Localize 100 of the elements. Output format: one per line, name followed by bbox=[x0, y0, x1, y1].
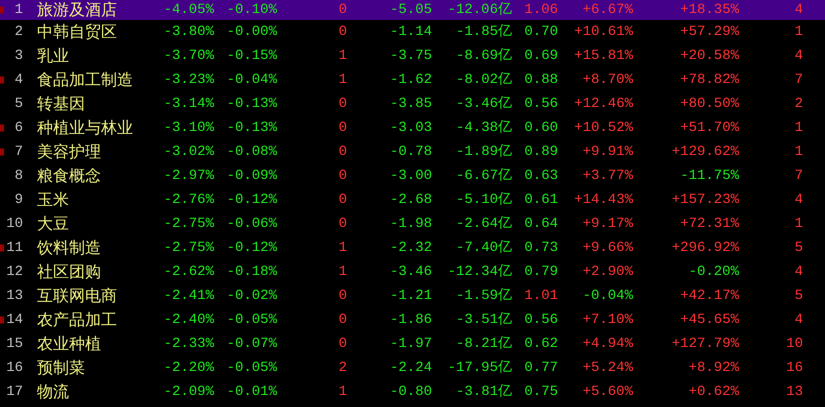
table-cell: 4 bbox=[794, 192, 803, 208]
table-cell: -3.81亿 bbox=[456, 384, 512, 400]
table-cell: -0.08% bbox=[226, 144, 277, 160]
table-cell: 1 bbox=[338, 264, 347, 280]
table-cell: -0.06% bbox=[226, 216, 277, 232]
sector-name: 种植业与林业 bbox=[37, 118, 133, 136]
table-cell: +127.79% bbox=[672, 336, 739, 352]
table-cell: +129.62% bbox=[672, 144, 739, 160]
sector-name: 美容护理 bbox=[37, 142, 101, 160]
table-cell: 0 bbox=[338, 120, 347, 136]
table-cell: -2.32 bbox=[390, 240, 432, 256]
rank-number: 2 bbox=[14, 25, 23, 39]
table-cell: +7.10% bbox=[582, 312, 633, 328]
table-cell: 13 bbox=[786, 384, 803, 400]
table-cell: -0.00% bbox=[226, 24, 277, 40]
table-cell: +0.62% bbox=[688, 384, 739, 400]
table-cell: 0.64 bbox=[524, 216, 558, 232]
table-cell: 4 bbox=[794, 264, 803, 280]
table-cell: +9.66% bbox=[582, 240, 633, 256]
table-cell: 0 bbox=[338, 96, 347, 112]
table-cell: +72.31% bbox=[680, 216, 739, 232]
table-cell: -2.68 bbox=[390, 192, 432, 208]
table-cell: -1.14 bbox=[390, 24, 432, 40]
table-cell: 0 bbox=[338, 192, 347, 208]
rank-number: 6 bbox=[14, 121, 23, 135]
table-cell: -2.62% bbox=[164, 264, 214, 280]
table-cell: -0.18% bbox=[226, 264, 277, 280]
table-cell: +10.61% bbox=[574, 24, 633, 40]
table-cell: -3.46亿 bbox=[456, 96, 512, 112]
rank-number: 14 bbox=[6, 313, 23, 327]
table-cell: 1 bbox=[794, 216, 803, 232]
table-cell: +8.92% bbox=[688, 360, 739, 376]
table-cell: +45.65% bbox=[680, 312, 739, 328]
table-cell: 1.01 bbox=[524, 288, 558, 304]
table-cell: -0.15% bbox=[226, 48, 277, 64]
table-cell: 0.75 bbox=[524, 384, 558, 400]
rank-number: 4 bbox=[14, 73, 23, 87]
table-cell: +9.17% bbox=[582, 216, 633, 232]
sector-name: 互联网电商 bbox=[37, 286, 117, 304]
sector-name: 饮料制造 bbox=[37, 238, 101, 256]
table-cell: -4.38亿 bbox=[456, 120, 512, 136]
table-cell: 0 bbox=[338, 168, 347, 184]
table-cell: -1.59亿 bbox=[456, 288, 512, 304]
table-cell: 4 bbox=[794, 2, 803, 18]
rank-number: 12 bbox=[6, 265, 23, 279]
table-cell: 1 bbox=[338, 72, 347, 88]
table-cell: 2 bbox=[338, 360, 347, 376]
table-cell: -3.23% bbox=[164, 72, 214, 88]
rank-number: 8 bbox=[14, 169, 23, 183]
sector-name: 食品加工制造 bbox=[37, 70, 133, 88]
table-cell: -3.03 bbox=[390, 120, 432, 136]
table-cell: -1.98 bbox=[390, 216, 432, 232]
table-cell: 4 bbox=[794, 312, 803, 328]
table-cell: 0.77 bbox=[524, 360, 558, 376]
table-cell: +42.17% bbox=[680, 288, 739, 304]
table-cell: 1 bbox=[338, 48, 347, 64]
table-cell: -6.67亿 bbox=[456, 168, 512, 184]
table-cell: 0.56 bbox=[524, 312, 558, 328]
table-cell: -2.76% bbox=[164, 192, 214, 208]
table-cell: +80.50% bbox=[680, 96, 739, 112]
rank-number: 10 bbox=[6, 217, 23, 231]
table-cell: -4.05% bbox=[164, 2, 214, 18]
table-cell: -0.13% bbox=[226, 120, 277, 136]
table-cell: -1.89亿 bbox=[456, 144, 512, 160]
sector-name: 中韩自贸区 bbox=[37, 22, 117, 40]
sector-name: 农产品加工 bbox=[37, 310, 117, 328]
sector-name: 物流 bbox=[37, 382, 69, 400]
table-cell: -3.46 bbox=[390, 264, 432, 280]
table-cell: -1.21 bbox=[390, 288, 432, 304]
sector-name: 玉米 bbox=[37, 190, 69, 208]
table-cell: +6.67% bbox=[582, 2, 633, 18]
table-cell: 0.79 bbox=[524, 264, 558, 280]
table-cell: -2.75% bbox=[164, 216, 214, 232]
table-cell: +2.90% bbox=[582, 264, 633, 280]
rank-number: 13 bbox=[6, 289, 23, 303]
table-cell: 1 bbox=[794, 24, 803, 40]
table-cell: -11.75% bbox=[680, 168, 739, 184]
table-cell: 0.62 bbox=[524, 336, 558, 352]
table-cell: 0 bbox=[338, 312, 347, 328]
table-cell: -8.21亿 bbox=[456, 336, 512, 352]
table-cell: -0.12% bbox=[226, 240, 277, 256]
rank-number: 7 bbox=[14, 145, 23, 159]
table-cell: 0 bbox=[338, 2, 347, 18]
table-cell: -0.05% bbox=[226, 360, 277, 376]
table-cell: 10 bbox=[786, 336, 803, 352]
table-cell: +57.29% bbox=[680, 24, 739, 40]
rank-number: 9 bbox=[14, 193, 23, 207]
table-cell: +296.92% bbox=[672, 240, 739, 256]
table-cell: 0.56 bbox=[524, 96, 558, 112]
table-cell: -0.05% bbox=[226, 312, 277, 328]
table-row[interactable]: 1 旅游及酒店 -4.05% -0.10% 0 -5.05 -12.06亿 1.06 +6.67% +18.35% 4 bbox=[0, 0, 825, 20]
sector-name: 乳业 bbox=[37, 46, 69, 64]
table-cell: -3.80% bbox=[164, 24, 214, 40]
table-cell: +157.23% bbox=[672, 192, 739, 208]
table-cell: +14.43% bbox=[574, 192, 633, 208]
table-cell: 0.61 bbox=[524, 192, 558, 208]
table-cell: 0.89 bbox=[524, 144, 558, 160]
sector-name: 粮食概念 bbox=[37, 166, 101, 184]
table-cell: -0.80 bbox=[390, 384, 432, 400]
table-cell: -2.64亿 bbox=[456, 216, 512, 232]
